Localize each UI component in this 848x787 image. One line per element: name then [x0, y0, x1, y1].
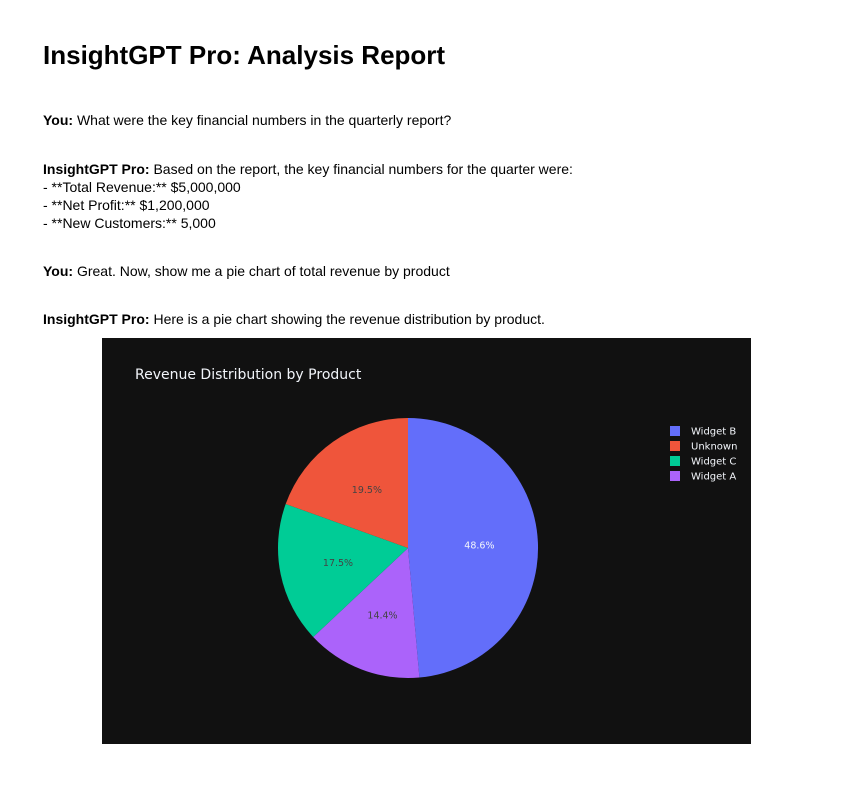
- message-text: Here is a pie chart showing the revenue …: [149, 311, 545, 327]
- chart-legend: Widget B Unknown Widget C Widget A: [670, 426, 737, 483]
- legend-item-widget-a[interactable]: Widget A: [670, 471, 736, 483]
- slice-percent-label: 19.5%: [352, 485, 382, 496]
- message-text: Based on the report, the key financial n…: [149, 161, 573, 177]
- report-title: InsightGPT Pro: Analysis Report: [43, 40, 446, 70]
- message-text: Great. Now, show me a pie chart of total…: [73, 263, 450, 279]
- assistant-message-2: InsightGPT Pro: Here is a pie chart show…: [43, 310, 545, 328]
- legend-swatch: [670, 456, 680, 466]
- list-item: - **Net Profit:** $1,200,000: [43, 197, 210, 213]
- user-message-2: You: Great. Now, show me a pie chart of …: [43, 262, 450, 280]
- legend-label: Widget B: [691, 427, 736, 438]
- speaker-label: InsightGPT Pro:: [43, 311, 150, 327]
- list-item: - **Total Revenue:** $5,000,000: [43, 179, 241, 195]
- legend-item-widget-c[interactable]: Widget C: [670, 456, 736, 468]
- financial-numbers-list: - **Total Revenue:** $5,000,000 - **Net …: [43, 178, 573, 232]
- message-text: What were the key financial numbers in t…: [73, 112, 452, 128]
- user-message-1: You: What were the key financial numbers…: [43, 111, 451, 129]
- pie-slices: [278, 418, 539, 679]
- speaker-label: You:: [43, 112, 74, 128]
- chart-title: Revenue Distribution by Product: [135, 367, 362, 383]
- legend-swatch: [670, 426, 680, 436]
- list-item: - **New Customers:** 5,000: [43, 215, 216, 231]
- slice-percent-label: 48.6%: [464, 540, 494, 551]
- legend-swatch: [670, 471, 680, 481]
- legend-item-widget-b[interactable]: Widget B: [670, 426, 736, 438]
- slice-percent-label: 14.4%: [367, 610, 397, 621]
- assistant-message-1: InsightGPT Pro: Based on the report, the…: [43, 160, 573, 232]
- pie-chart: Revenue Distribution by Product 48.6% 14.…: [135, 367, 737, 679]
- speaker-label: You:: [43, 263, 74, 279]
- slice-percent-label: 17.5%: [323, 558, 353, 569]
- pie-chart-panel: Revenue Distribution by Product 48.6% 14.…: [102, 338, 751, 744]
- legend-swatch: [670, 441, 680, 451]
- speaker-label: InsightGPT Pro:: [43, 161, 150, 177]
- legend-label: Widget C: [691, 457, 736, 468]
- legend-label: Unknown: [691, 442, 737, 453]
- legend-item-unknown[interactable]: Unknown: [670, 441, 737, 453]
- legend-label: Widget A: [691, 472, 736, 483]
